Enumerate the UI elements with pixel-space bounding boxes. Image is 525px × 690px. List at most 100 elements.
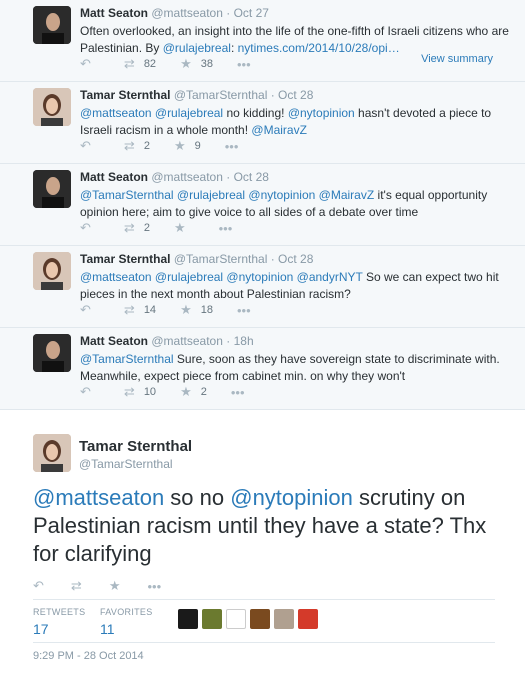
avatar[interactable] [33,252,71,290]
star-icon: ★ [173,138,186,153]
tweet-timestamp[interactable]: 9:29 PM - 28 Oct 2014 [33,650,144,662]
avatar[interactable] [33,170,71,208]
tweet-time[interactable]: Oct 27 [234,6,269,20]
tweet-row[interactable]: Matt Seaton @mattseaton · Oct 28 @TamarSt… [0,164,525,246]
retweet-count: 2 [143,140,150,152]
tweet-row[interactable]: Matt Seaton @mattseaton · 18h @TamarStern… [0,328,525,410]
more-icon: ••• [236,302,251,318]
retweets-count: 17 [33,621,49,637]
star-icon: ★ [180,302,192,317]
separator: · [222,6,234,20]
author-handle[interactable]: @TamarSternthal [174,88,268,102]
author-name[interactable]: Matt Seaton [80,334,148,348]
more-button[interactable]: ••• [237,57,260,72]
author-name[interactable]: Tamar Sternthal [80,88,170,102]
tweet-header: Matt Seaton @mattseaton · Oct 27 [80,6,513,21]
more-button[interactable]: ••• [219,221,242,236]
mention-link[interactable]: @TamarSternthal [80,352,174,366]
author-name[interactable]: Matt Seaton [80,6,148,20]
tweet-header: Matt Seaton @mattseaton · Oct 28 [80,170,513,185]
reply-icon[interactable]: ↶ [33,578,44,594]
tweet-header: Tamar Sternthal @TamarSternthal · Oct 28 [80,88,513,103]
favoriter-avatar[interactable] [298,609,318,629]
more-icon[interactable]: ••• [147,579,161,594]
favorites-stat[interactable]: FAVORITES 11 [100,607,153,637]
reply-icon: ↶ [80,384,91,399]
retweet-count: 14 [143,304,157,316]
favoriter-avatar[interactable] [226,609,246,629]
reply-icon: ↶ [80,302,91,317]
retweet-icon: ⇄ [123,138,135,153]
tweet-header: Tamar Sternthal @TamarSternthal · Oct 28 [80,252,513,267]
retweet-button[interactable]: ⇄ 2 [124,220,150,236]
avatar[interactable] [33,6,71,44]
more-button[interactable]: ••• [231,385,254,400]
thread-list: Matt Seaton @mattseaton · Oct 27 Often ov… [0,0,525,410]
author-handle[interactable]: @mattseaton [151,170,223,184]
favorite-button[interactable]: ★ 38 [180,56,213,72]
retweet-icon[interactable]: ⇄ [71,578,82,594]
tweet-row[interactable]: Tamar Sternthal @TamarSternthal · Oct 28… [0,246,525,328]
favorites-label: FAVORITES [100,607,153,617]
separator: · [267,88,279,102]
favoriter-avatar[interactable] [178,609,198,629]
favoriter-avatar[interactable] [250,609,270,629]
author-handle[interactable]: @mattseaton [151,6,223,20]
mention-link[interactable]: @nytopinion [288,106,355,120]
tweet-time[interactable]: Oct 28 [234,170,269,184]
star-icon[interactable]: ★ [109,578,121,594]
mention-link[interactable]: @nytopinion [230,485,353,510]
reply-button[interactable]: ↶ [80,56,100,72]
view-summary-link[interactable]: View summary [421,53,493,65]
mention-link[interactable]: @mattseaton @rulajebreal [80,106,223,120]
favorite-button[interactable]: ★ 18 [180,302,213,318]
retweet-button[interactable]: ⇄ 82 [124,56,156,72]
more-button[interactable]: ••• [237,303,260,318]
favorite-count: 18 [200,304,213,316]
mention-link[interactable]: @rulajebreal [163,41,231,55]
favorite-button[interactable]: ★ 9 [174,138,201,154]
tweet-actions: ↶ ⇄ 2 ★ 9 ••• [80,138,271,154]
author-handle[interactable]: @mattseaton [151,334,223,348]
author-name[interactable]: Matt Seaton [80,170,148,184]
mention-link[interactable]: @MairavZ [251,123,307,137]
favorite-button[interactable]: ★ 2 [180,384,207,400]
author-handle[interactable]: @TamarSternthal [174,252,268,266]
tweet-text-segment: : [230,41,238,55]
reply-button[interactable]: ↶ [80,302,100,318]
author-name[interactable]: Tamar Sternthal [79,438,192,455]
tweet-time[interactable]: 18h [234,334,254,348]
avatar[interactable] [33,334,71,372]
mention-link[interactable]: @TamarSternthal @rulajebreal @nytopinion… [80,188,374,202]
author-handle[interactable]: @TamarSternthal [79,457,173,471]
tweet-text-segment: no kidding! [223,106,288,120]
reply-button[interactable]: ↶ [80,220,100,236]
avatar[interactable] [33,434,71,472]
tweet-time[interactable]: Oct 28 [278,88,313,102]
star-icon: ★ [180,56,192,71]
favoriter-avatar[interactable] [274,609,294,629]
mention-link[interactable]: @mattseaton [33,485,164,510]
mention-link[interactable]: nytimes.com/2014/10/28/opi… [238,41,400,55]
mention-link[interactable]: @mattseaton @rulajebreal @nytopinion @an… [80,270,363,284]
retweet-button[interactable]: ⇄ 14 [124,302,156,318]
retweets-label: RETWEETS [33,607,86,617]
more-button[interactable]: ••• [225,139,248,154]
retweet-button[interactable]: ⇄ 2 [124,138,150,154]
retweets-stat[interactable]: RETWEETS 17 [33,607,85,637]
tweet-text: @TamarSternthal @rulajebreal @nytopinion… [80,187,513,221]
tweet-time[interactable]: Oct 28 [278,252,313,266]
reply-button[interactable]: ↶ [80,138,100,154]
favorite-button[interactable]: ★ [174,220,195,236]
retweet-icon: ⇄ [123,384,135,399]
tweet-row[interactable]: Matt Seaton @mattseaton · Oct 27 Often ov… [0,0,525,82]
tweet-actions: ↶ ⇄ 2 ★ ••• [80,220,265,236]
retweet-count: 10 [143,386,157,398]
retweet-count: 82 [143,58,157,70]
tweet-row[interactable]: Tamar Sternthal @TamarSternthal · Oct 28… [0,82,525,164]
favoriter-avatar[interactable] [202,609,222,629]
retweet-button[interactable]: ⇄ 10 [124,384,156,400]
avatar[interactable] [33,88,71,126]
reply-button[interactable]: ↶ [80,384,100,400]
author-name[interactable]: Tamar Sternthal [80,252,170,266]
